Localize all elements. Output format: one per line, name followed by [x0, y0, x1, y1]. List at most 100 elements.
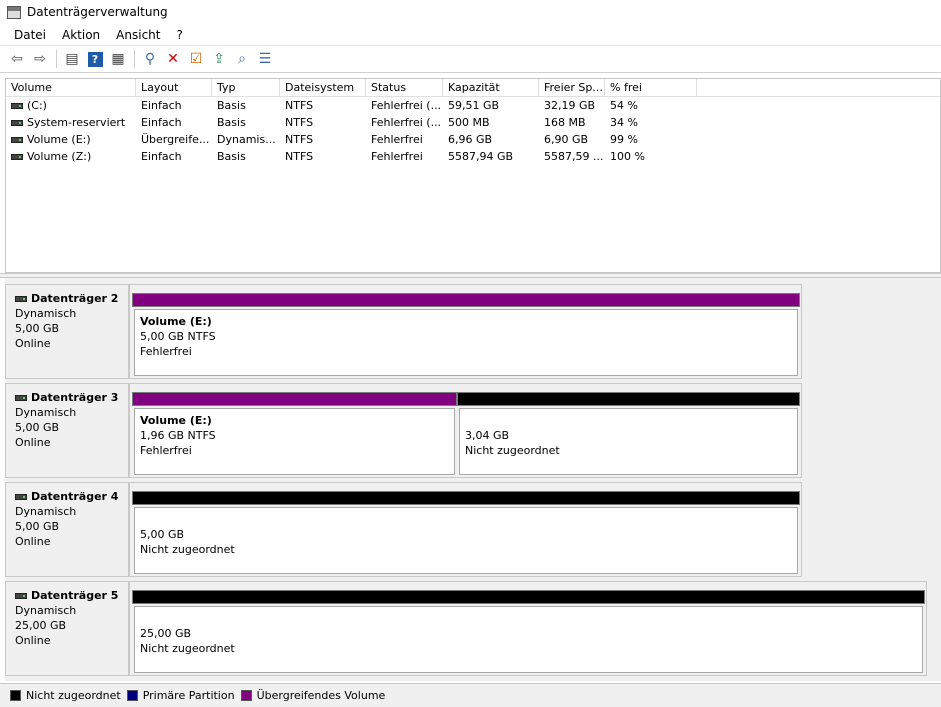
toolbar-separator: [134, 50, 135, 68]
folder-up-button[interactable]: ⇪: [208, 48, 230, 70]
disk-partition-area: Volume (E:) 5,00 GB NTFS Fehlerfrei: [129, 284, 802, 379]
disk-status: Online: [15, 337, 51, 350]
volume-name: (C:): [27, 99, 47, 112]
column-header[interactable]: Dateisystem: [280, 79, 366, 97]
help-button[interactable]: ?: [84, 48, 106, 70]
disk-partition-area: 5,00 GB Nicht zugeordnet: [129, 482, 802, 577]
column-header[interactable]: % frei: [605, 79, 697, 97]
table-cell: 32,19 GB: [544, 99, 596, 112]
disk-name: Datenträger 3: [15, 390, 128, 405]
disk-info-panel[interactable]: Datenträger 4 Dynamisch 5,00 GB Online: [5, 482, 129, 577]
volume-cell: (C:): [6, 97, 136, 114]
disk-partition-area: Volume (E:) 1,96 GB NTFS Fehlerfrei 3,04 GB…: [129, 383, 802, 478]
table-row[interactable]: Volume (Z:) Einfach Basis NTFS Fehlerfrei 558…: [6, 148, 940, 165]
checklist-icon: ☑: [189, 51, 203, 67]
table-row[interactable]: (C:) Einfach Basis NTFS Fehlerfrei (... 59,51…: [6, 97, 940, 114]
table-cell: Dynamis...: [217, 133, 276, 146]
unallocated-partition[interactable]: 3,04 GB Nicht zugeordnet: [457, 392, 800, 475]
legend-label: Primäre Partition: [142, 689, 235, 702]
spanned-volume-partition[interactable]: Volume (E:) 5,00 GB NTFS Fehlerfrei: [132, 293, 800, 376]
legend-swatch: [10, 690, 21, 701]
table-cell: 168 MB: [544, 116, 586, 129]
disk-name-label: Datenträger 3: [31, 391, 119, 404]
table-cell: Basis: [217, 116, 246, 129]
title-bar: Datenträgerverwaltung: [0, 0, 941, 24]
settings-list-button[interactable]: ☰: [254, 48, 276, 70]
disk-status: Online: [15, 436, 51, 449]
column-header[interactable]: Freier Sp...: [539, 79, 605, 97]
disk-info-panel[interactable]: Datenträger 2 Dynamisch 5,00 GB Online: [5, 284, 129, 379]
partition-size: 5,00 GB: [140, 528, 185, 541]
table-row[interactable]: Volume (E:) Übergreife... Dynamis... NTFS Fe…: [6, 131, 940, 148]
drive-icon: [11, 102, 23, 109]
window-title: Datenträgerverwaltung: [27, 5, 168, 19]
partition-name: Volume (E:): [140, 414, 212, 427]
disk-name: Datenträger 5: [15, 588, 128, 603]
column-header[interactable]: Kapazität: [443, 79, 539, 97]
disk-row: Datenträger 4 Dynamisch 5,00 GB Online 5,00 …: [5, 482, 802, 577]
table-cell: 5587,94 GB: [448, 150, 514, 163]
table-cell: Fehlerfrei: [371, 150, 423, 163]
partition-state: Fehlerfrei: [140, 444, 192, 457]
partition-state: Nicht zugeordnet: [465, 444, 560, 457]
table-row[interactable]: System-reserviert Einfach Basis NTFS Fehlerf…: [6, 114, 940, 131]
table-cell: NTFS: [285, 133, 314, 146]
table-cell: Basis: [217, 150, 246, 163]
disk-row: Datenträger 3 Dynamisch 5,00 GB Online Volum…: [5, 383, 802, 478]
connect-icon: ⚲: [144, 51, 156, 67]
disk-name-label: Datenträger 2: [31, 292, 119, 305]
menu-datei[interactable]: Datei: [6, 28, 54, 42]
spanned-volume-partition[interactable]: Volume (E:) 1,96 GB NTFS Fehlerfrei: [132, 392, 457, 475]
drive-icon: [11, 119, 23, 126]
properties-icon: ▦: [111, 51, 125, 67]
connect-button[interactable]: ⚲: [139, 48, 161, 70]
disk-info-panel[interactable]: Datenträger 5 Dynamisch 25,00 GB Online: [5, 581, 129, 676]
menu-aktion[interactable]: Aktion: [54, 28, 108, 42]
disk-size: 5,00 GB: [15, 520, 60, 533]
menu-help[interactable]: ?: [168, 28, 190, 42]
console-tree-button[interactable]: ▤: [61, 48, 83, 70]
back-arrow-icon: ⇦: [11, 51, 23, 67]
table-cell: NTFS: [285, 116, 314, 129]
settings-list-icon: ☰: [258, 51, 272, 67]
unallocated-partition[interactable]: 25,00 GB Nicht zugeordnet: [132, 590, 925, 673]
column-header[interactable]: Status: [366, 79, 443, 97]
table-cell: Einfach: [141, 116, 182, 129]
search-folder-button[interactable]: ⌕: [231, 48, 253, 70]
unallocated-partition[interactable]: 5,00 GB Nicht zugeordnet: [132, 491, 800, 574]
delete-button[interactable]: ✕: [162, 48, 184, 70]
table-cell: Fehlerfrei (...: [371, 99, 442, 112]
disk-graphical-view: Datenträger 2 Dynamisch 5,00 GB Online Volum…: [5, 278, 941, 681]
table-cell: Übergreife...: [141, 133, 210, 146]
back-arrow-button[interactable]: ⇦: [6, 48, 28, 70]
column-header[interactable]: Typ: [212, 79, 280, 97]
drive-icon: [11, 136, 23, 143]
disk-name: Datenträger 2: [15, 291, 128, 306]
disk-type: Dynamisch: [15, 307, 77, 320]
partition-state: Fehlerfrei: [140, 345, 192, 358]
disk-size: 25,00 GB: [15, 619, 67, 632]
folder-up-icon: ⇪: [213, 51, 225, 67]
checklist-button[interactable]: ☑: [185, 48, 207, 70]
column-header[interactable]: Volume: [6, 79, 136, 97]
partition-details: 25,00 GB Nicht zugeordnet: [134, 606, 923, 673]
properties-button[interactable]: ▦: [107, 48, 129, 70]
partition-state: Nicht zugeordnet: [140, 543, 235, 556]
table-cell: 6,90 GB: [544, 133, 589, 146]
volume-name: System-reserviert: [27, 116, 126, 129]
disk-info-panel[interactable]: Datenträger 3 Dynamisch 5,00 GB Online: [5, 383, 129, 478]
disk-type: Dynamisch: [15, 406, 77, 419]
menu-ansicht[interactable]: Ansicht: [108, 28, 168, 42]
volume-name: Volume (E:): [27, 133, 91, 146]
partition-details: Volume (E:) 1,96 GB NTFS Fehlerfrei: [134, 408, 455, 475]
help-icon: ?: [87, 51, 103, 67]
partition-color-bar: [132, 293, 800, 307]
disk-row: Datenträger 5 Dynamisch 25,00 GB Online 25,0…: [5, 581, 927, 676]
partition-details: 5,00 GB Nicht zugeordnet: [134, 507, 798, 574]
column-header[interactable]: Layout: [136, 79, 212, 97]
disk-icon: [15, 493, 27, 500]
forward-arrow-button[interactable]: ⇨: [29, 48, 51, 70]
toolbar: ⇦ ⇨ ▤? ▦ ⚲ ✕ ☑ ⇪ ⌕ ☰: [0, 45, 941, 73]
disk-name: Datenträger 4: [15, 489, 128, 504]
volume-cell: Volume (Z:): [6, 148, 136, 165]
